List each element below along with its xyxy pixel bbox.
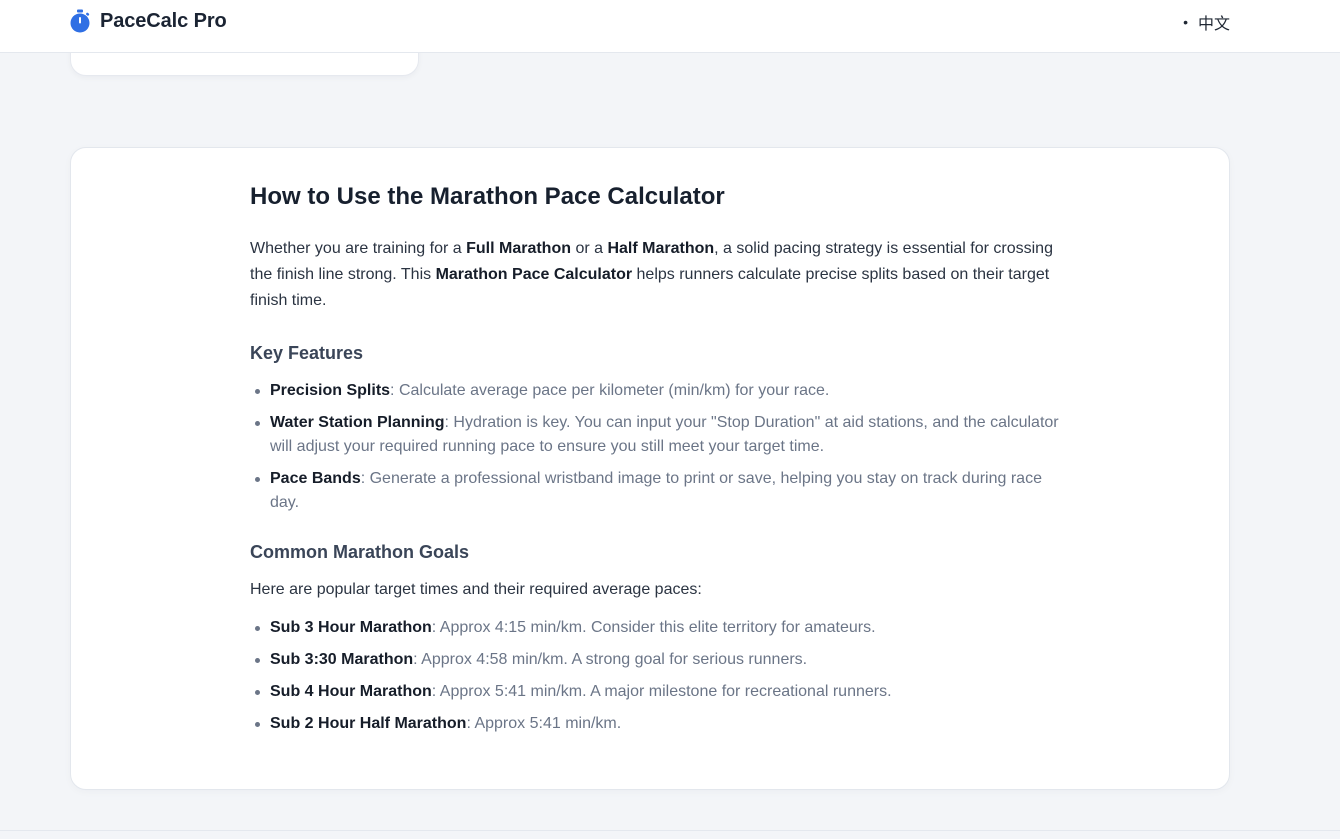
feature-item: Precision Splits: Calculate average pace… (250, 379, 1060, 403)
goals-intro: Here are popular target times and their … (250, 581, 702, 598)
goals-list: Sub 3 Hour Marathon: Approx 4:15 min/km.… (250, 616, 1060, 736)
list-bullet-icon: • (1183, 14, 1188, 30)
intro-bold-calculator: Marathon Pace Calculator (435, 266, 633, 283)
intro-text: or a (571, 240, 608, 257)
language-switch-label: 中文 (1197, 16, 1230, 33)
brand-name: PaceCalc Pro (100, 9, 227, 32)
feature-name: Pace Bands (270, 470, 361, 487)
goal-desc: : Approx 4:15 min/km. Consider this elit… (431, 619, 876, 636)
seo-article-card: How to Use the Marathon Pace Calculator … (70, 147, 1230, 790)
goal-name: Sub 3 Hour Marathon (270, 619, 432, 636)
goals-heading: Common Marathon Goals (250, 542, 470, 562)
article-intro: Whether you are training for a Full Mara… (250, 236, 1060, 314)
intro-bold-half-marathon: Half Marathon (607, 240, 715, 257)
goal-desc: : Approx 4:58 min/km. A strong goal for … (413, 651, 808, 668)
goal-desc: : Approx 5:41 min/km. A major milestone … (431, 683, 892, 700)
feature-name: Precision Splits (270, 382, 391, 399)
feature-desc: : Generate a professional wristband imag… (270, 470, 1042, 511)
intro-text: Whether you are training for a (250, 240, 467, 257)
goal-desc: : Approx 5:41 min/km. (466, 715, 622, 732)
feature-name: Water Station Planning (270, 414, 445, 431)
goal-name: Sub 4 Hour Marathon (270, 683, 432, 700)
goal-name: Sub 2 Hour Half Marathon (270, 715, 467, 732)
goal-item: Sub 4 Hour Marathon: Approx 5:41 min/km.… (250, 680, 1060, 704)
goal-item: Sub 2 Hour Half Marathon: Approx 5:41 mi… (250, 712, 1060, 736)
goal-name: Sub 3:30 Marathon (270, 651, 414, 668)
goal-item: Sub 3 Hour Marathon: Approx 4:15 min/km.… (250, 616, 1060, 640)
intro-bold-full-marathon: Full Marathon (466, 240, 571, 257)
features-list: Precision Splits: Calculate average pace… (250, 379, 1060, 515)
goal-item: Sub 3:30 Marathon: Approx 4:58 min/km. A… (250, 648, 1060, 672)
features-heading: Key Features (250, 343, 364, 363)
language-switch[interactable]: • 中文 (1183, 10, 1230, 34)
top-navbar: PaceCalc Pro • 中文 (0, 0, 1340, 53)
article-title: How to Use the Marathon Pace Calculator (250, 183, 725, 210)
feature-item: Water Station Planning: Hydration is key… (250, 411, 1060, 459)
feature-item: Pace Bands: Generate a professional wris… (250, 467, 1060, 515)
brand-logo-link[interactable]: PaceCalc Pro (69, 8, 227, 34)
footer-divider (0, 830, 1340, 831)
article-content: How to Use the Marathon Pace Calculator … (250, 181, 1060, 744)
feature-desc: : Calculate average pace per kilometer (… (390, 382, 830, 399)
stopwatch-icon (70, 9, 90, 33)
